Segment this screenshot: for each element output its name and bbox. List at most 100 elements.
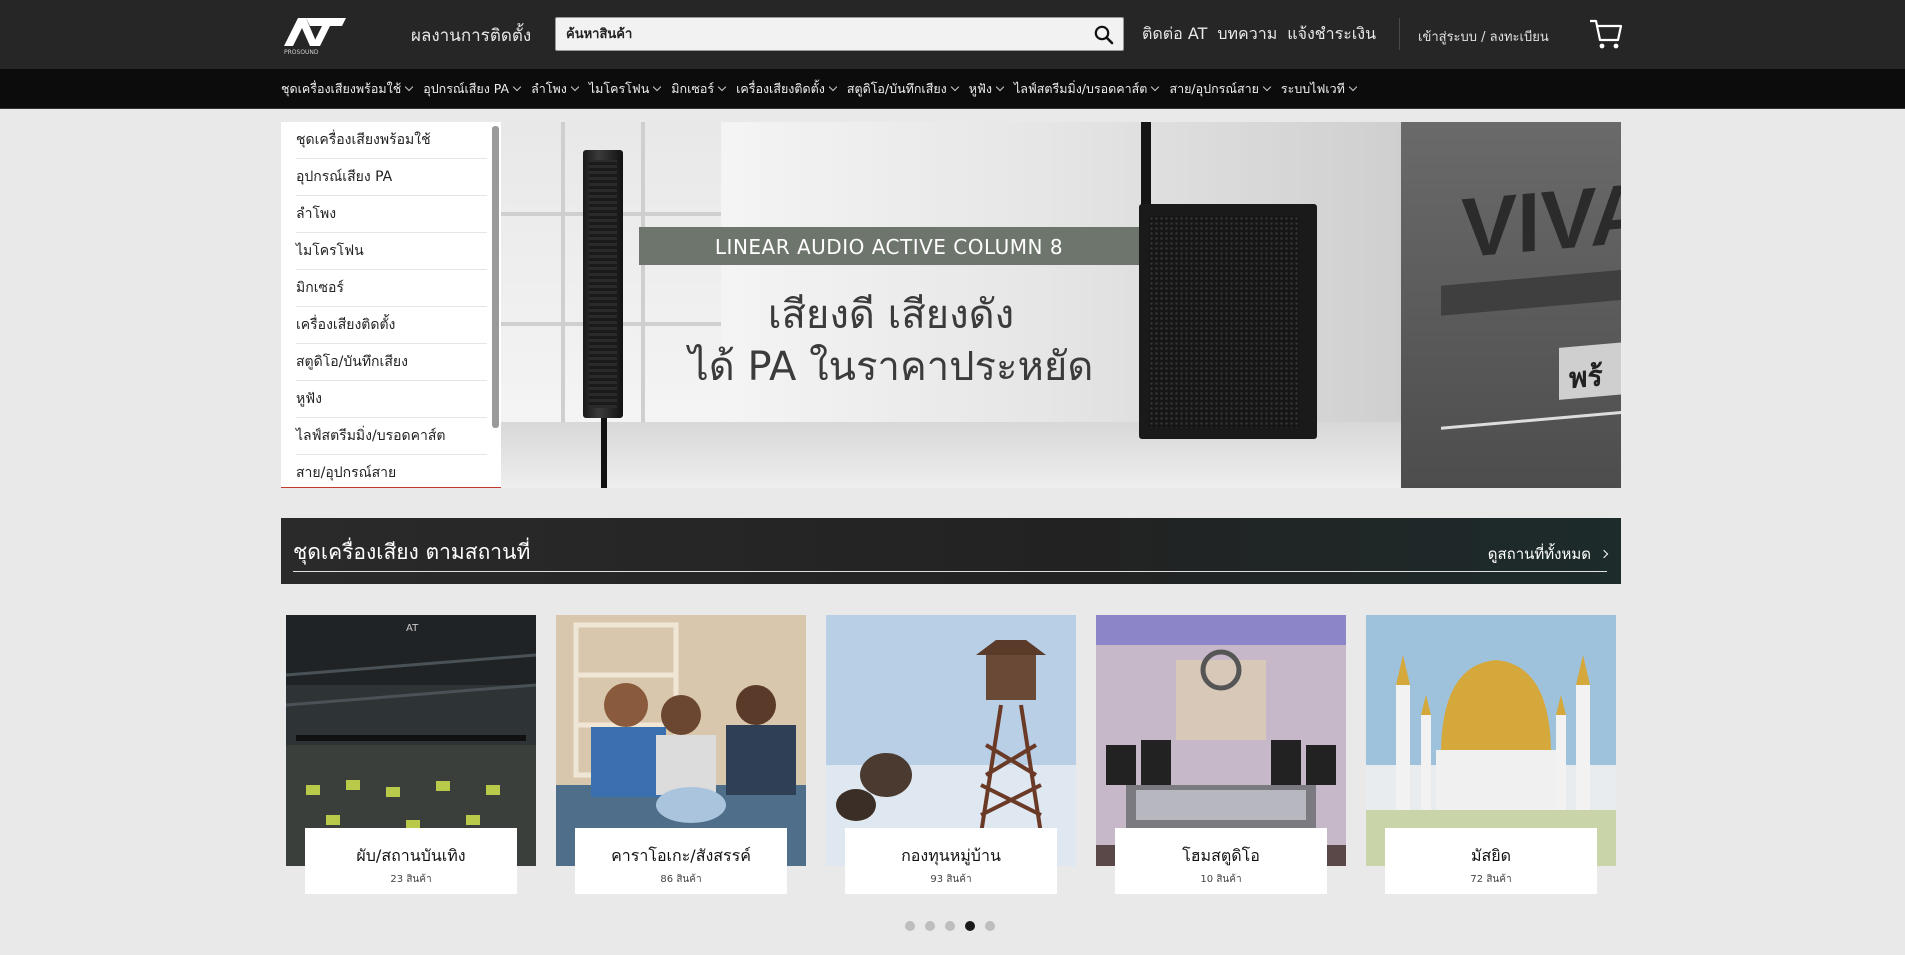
pager-dot-3[interactable] bbox=[945, 921, 955, 931]
subwoofer-image bbox=[1139, 204, 1317, 439]
venue-product-count: 93 สินค้า bbox=[930, 874, 972, 885]
venue-section-header: ชุดเครื่องเสียง ตามสถานที่ ดูสถานที่ทั้ง… bbox=[281, 518, 1621, 584]
hero-banner[interactable]: LINEAR AUDIO ACTIVE COLUMN 8 เสียงดี เสี… bbox=[501, 122, 1401, 488]
nav-item-pa[interactable]: อุปกรณ์เสียง PA bbox=[423, 79, 522, 99]
nav-item-label: ลำโพง bbox=[531, 81, 567, 96]
venue-info: มัสยิด 72 สินค้า bbox=[1385, 828, 1597, 894]
venue-info: ผับ/สถานบันเทิง 23 สินค้า bbox=[305, 828, 517, 894]
nav-item-speakers[interactable]: ลำโพง bbox=[531, 79, 580, 99]
chevron-down-icon bbox=[512, 82, 522, 92]
nightclub-logo-text: AT bbox=[406, 623, 419, 634]
section-underline bbox=[293, 571, 1607, 572]
venue-name: กองทุนหมู่บ้าน bbox=[901, 846, 1001, 865]
venue-info: กองทุนหมู่บ้าน 93 สินค้า bbox=[845, 828, 1057, 894]
venue-card-mosque[interactable]: มัสยิด 72 สินค้า bbox=[1366, 615, 1616, 895]
search-input[interactable] bbox=[556, 18, 1076, 50]
view-all-label: ดูสถานที่ทั้งหมด bbox=[1487, 545, 1591, 563]
sidebar-item-headphones[interactable]: หูฟัง bbox=[296, 381, 487, 418]
next-slide-preview[interactable]: VIVA พร้ bbox=[1401, 122, 1621, 488]
nav-item-label: ชุดเครื่องเสียงพร้อมใช้ bbox=[281, 81, 402, 96]
venue-name: ผับ/สถานบันเทิง bbox=[356, 846, 466, 865]
chevron-down-icon bbox=[828, 82, 838, 92]
sidebar-item-installed-audio[interactable]: เครื่องเสียงติดตั้ง bbox=[296, 307, 487, 344]
logo[interactable]: PROSOUND bbox=[282, 14, 350, 56]
venue-card-karaoke[interactable]: คาราโอเกะ/สังสรรค์ 86 สินค้า bbox=[556, 615, 806, 895]
chevron-down-icon bbox=[570, 82, 580, 92]
nav-item-label: มิกเซอร์ bbox=[671, 81, 715, 96]
section-title: ชุดเครื่องเสียง ตามสถานที่ bbox=[293, 540, 531, 564]
chevron-down-icon bbox=[653, 82, 662, 92]
nav-item-microphones[interactable]: ไมโครโฟน bbox=[588, 79, 662, 99]
speaker-pole bbox=[601, 418, 607, 488]
nav-item-installed-audio[interactable]: เครื่องเสียงติดตั้ง bbox=[736, 79, 838, 99]
nav-item-label: สตูดิโอ/บันทึกเสียง bbox=[846, 81, 947, 96]
venue-card-nightclub[interactable]: AT ผับ/สถานบันเทิง 23 สินค้า bbox=[286, 615, 536, 895]
nav-item-label: ระบบไฟเวที bbox=[1280, 81, 1345, 96]
venue-name: มัสยิด bbox=[1470, 846, 1512, 865]
category-sidebar: ชุดเครื่องเสียงพร้อมใช้ อุปกรณ์เสียง PA … bbox=[281, 122, 501, 488]
venue-info: คาราโอเกะ/สังสรรค์ 86 สินค้า bbox=[575, 828, 787, 894]
nav-item-label: หูฟัง bbox=[968, 81, 992, 96]
pager-dot-5[interactable] bbox=[985, 921, 995, 931]
product-line-bar: LINEAR AUDIO ACTIVE COLUMN 8 bbox=[639, 227, 1139, 265]
venue-product-count: 10 สินค้า bbox=[1200, 874, 1242, 885]
payment-notify-link[interactable]: แจ้งชำระเงิน bbox=[1287, 22, 1376, 47]
next-slide-tag-text: พร้ bbox=[1569, 359, 1603, 396]
subwoofer-grill bbox=[1149, 216, 1299, 428]
chevron-down-icon bbox=[1348, 82, 1358, 92]
nav-item-livestream[interactable]: ไลฟ์สตรีมมิ่ง/บรอดคาส์ต bbox=[1013, 79, 1160, 99]
login-register-link[interactable]: เข้าสู่ระบบ / ลงทะเบียน bbox=[1418, 26, 1549, 47]
sidebar-item-pa[interactable]: อุปกรณ์เสียง PA bbox=[296, 159, 487, 196]
header-divider bbox=[1399, 18, 1400, 50]
venue-name: โฮมสตูดิโอ bbox=[1182, 846, 1260, 865]
nav-item-ready-sets[interactable]: ชุดเครื่องเสียงพร้อมใช้ bbox=[281, 79, 414, 99]
nav-item-label: อุปกรณ์เสียง PA bbox=[423, 81, 510, 96]
sidebar-item-studio[interactable]: สตูดิโอ/บันทึกเสียง bbox=[296, 344, 487, 381]
next-slide-tag: พร้ bbox=[1559, 340, 1621, 400]
chevron-down-icon bbox=[1262, 82, 1272, 92]
chevron-down-icon bbox=[404, 82, 414, 92]
sidebar-item-ready-sets[interactable]: ชุดเครื่องเสียงพร้อมใช้ bbox=[296, 122, 487, 159]
view-all-venues-link[interactable]: ดูสถานที่ทั้งหมด bbox=[1487, 542, 1609, 566]
top-header: PROSOUND ผลงานการติดตั้ง ติดต่อ AT บทควา… bbox=[0, 0, 1905, 69]
nav-item-label: ไมโครโฟน bbox=[588, 81, 650, 96]
sidebar-item-microphones[interactable]: ไมโครโฟน bbox=[296, 233, 487, 270]
logo-subtext: PROSOUND bbox=[284, 49, 319, 56]
installation-works-link[interactable]: ผลงานการติดตั้ง bbox=[411, 22, 531, 49]
pager-dot-2[interactable] bbox=[925, 921, 935, 931]
pager-dot-4[interactable] bbox=[965, 921, 975, 931]
chevron-down-icon bbox=[950, 82, 960, 92]
nav-item-label: เครื่องเสียงติดตั้ง bbox=[736, 81, 825, 96]
contact-link[interactable]: ติดต่อ AT bbox=[1142, 22, 1207, 47]
cart-icon[interactable] bbox=[1588, 16, 1624, 52]
nav-item-label: ไลฟ์สตรีมมิ่ง/บรอดคาส์ต bbox=[1013, 81, 1148, 96]
venue-product-count: 86 สินค้า bbox=[660, 874, 702, 885]
search-box bbox=[555, 17, 1124, 51]
venue-product-count: 72 สินค้า bbox=[1470, 874, 1512, 885]
at-logo-icon: PROSOUND bbox=[284, 18, 346, 56]
nav-item-mixers[interactable]: มิกเซอร์ bbox=[671, 79, 727, 99]
banner-subheadline: ได้ PA ในราคาประหยัด bbox=[688, 344, 1094, 390]
nav-item-cables[interactable]: สาย/อุปกรณ์สาย bbox=[1169, 79, 1272, 99]
sidebar-item-cables[interactable]: สาย/อุปกรณ์สาย bbox=[296, 455, 487, 487]
nav-item-studio[interactable]: สตูดิโอ/บันทึกเสียง bbox=[846, 79, 960, 99]
venue-card-home-studio[interactable]: โฮมสตูดิโอ 10 สินค้า bbox=[1096, 615, 1346, 895]
subwoofer-pole bbox=[1141, 122, 1151, 212]
product-line-text: LINEAR AUDIO ACTIVE COLUMN 8 bbox=[714, 235, 1064, 259]
next-slide-stripe bbox=[1441, 409, 1621, 430]
sidebar-item-speakers[interactable]: ลำโพง bbox=[296, 196, 487, 233]
chevron-right-icon bbox=[1599, 549, 1609, 559]
nav-item-headphones[interactable]: หูฟัง bbox=[968, 79, 1005, 99]
venue-carousel: AT ผับ/สถานบันเทิง 23 สินค้า คาราโอเกะ/ส… bbox=[281, 615, 1621, 895]
carousel-pager bbox=[905, 921, 995, 931]
pager-dot-1[interactable] bbox=[905, 921, 915, 931]
nav-item-stage-lighting[interactable]: ระบบไฟเวที bbox=[1280, 79, 1358, 99]
venue-name: คาราโอเกะ/สังสรรค์ bbox=[611, 846, 751, 865]
sidebar-item-livestream[interactable]: ไลฟ์สตรีมมิ่ง/บรอดคาส์ต bbox=[296, 418, 487, 455]
search-icon[interactable] bbox=[1093, 24, 1115, 46]
sidebar-scrollbar[interactable] bbox=[492, 126, 499, 428]
articles-link[interactable]: บทความ bbox=[1217, 22, 1277, 47]
top-links: ติดต่อ AT บทความ แจ้งชำระเงิน bbox=[1142, 22, 1376, 47]
venue-card-village-fund[interactable]: กองทุนหมู่บ้าน 93 สินค้า bbox=[826, 615, 1076, 895]
sidebar-item-mixers[interactable]: มิกเซอร์ bbox=[296, 270, 487, 307]
